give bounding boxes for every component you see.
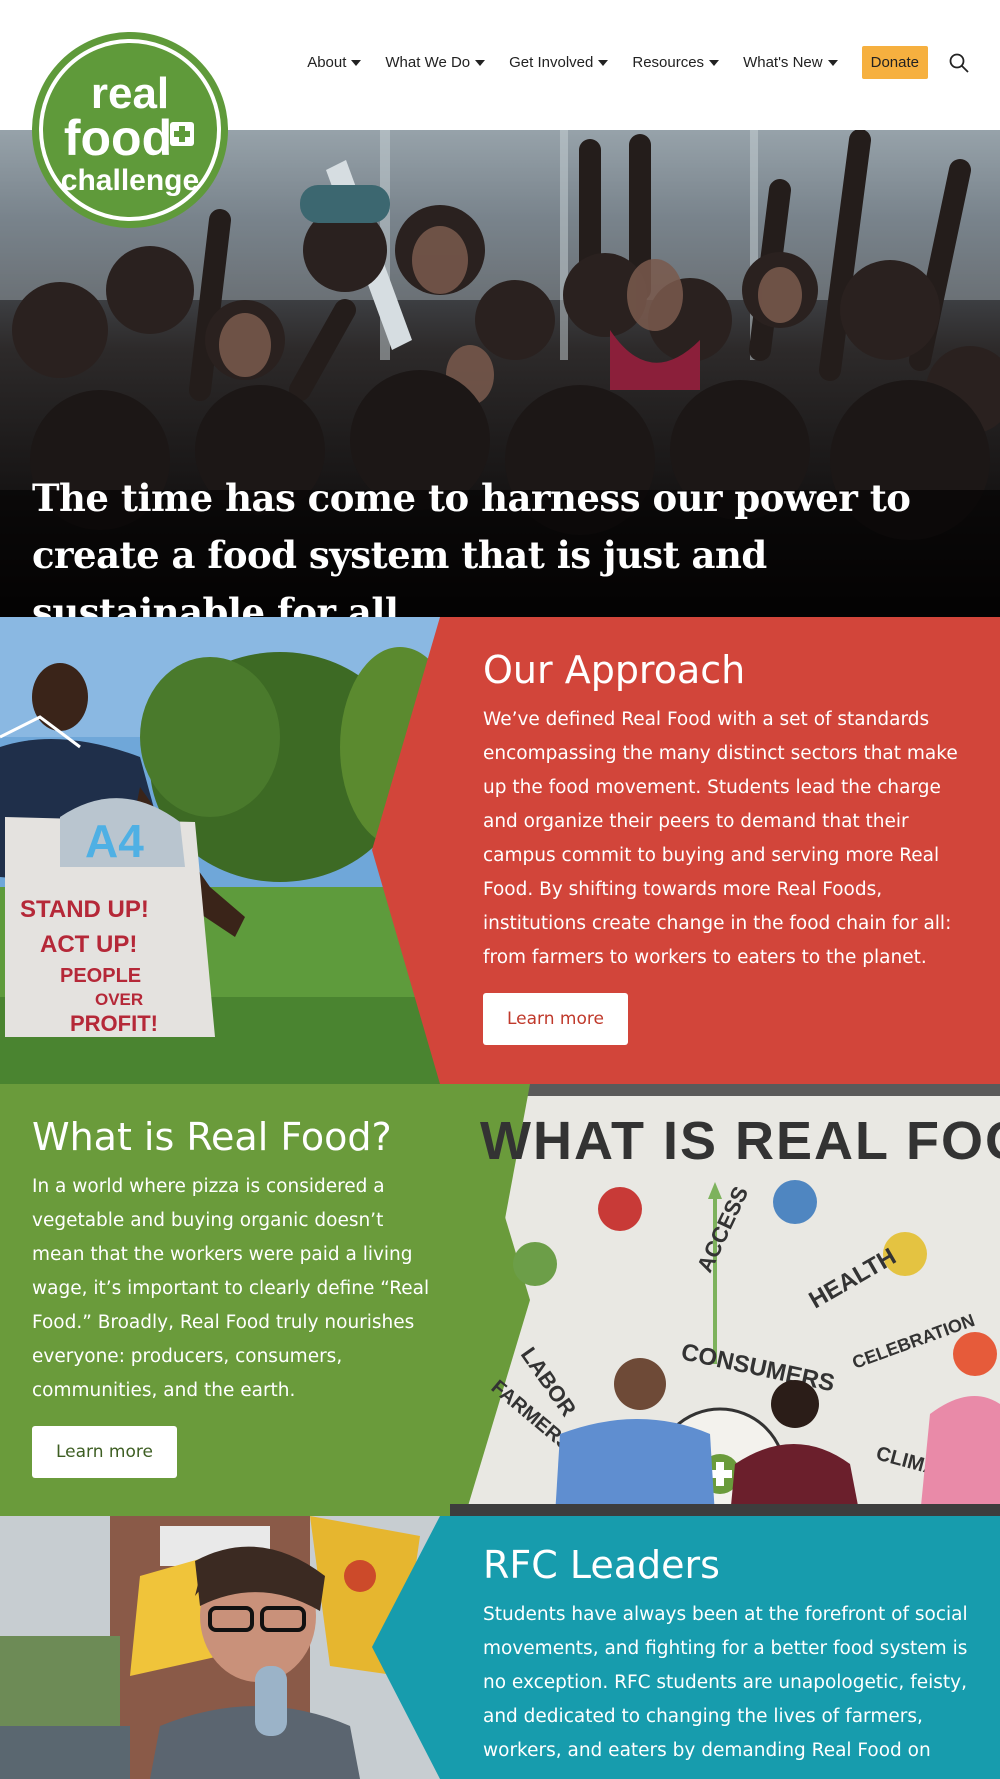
approach-body: We’ve defined Real Food with a set of st…	[483, 709, 958, 968]
caret-down-icon	[598, 59, 609, 66]
approach-learn-more-button[interactable]: Learn more	[483, 993, 628, 1045]
approach-section: A4 STAND UP! ACT UP! PEOPLE OVER PROFIT!…	[0, 617, 1000, 1084]
leaders-body: Students have always been at the forefro…	[483, 1604, 968, 1761]
protester-photo: A4 STAND UP! ACT UP! PEOPLE OVER PROFIT!	[0, 617, 450, 1084]
banner-headline-text: WHAT IS REAL FOOD	[480, 1111, 1000, 1171]
logo-text-challenge: challenge	[61, 164, 199, 197]
main-nav: About What We Do Get Involved Resources …	[283, 46, 970, 79]
sign-line-text: PEOPLE	[60, 965, 141, 987]
sign-line-text: ACT UP!	[40, 931, 137, 958]
approach-title: Our Approach	[483, 648, 746, 692]
leader-speaking-photo	[0, 1516, 450, 1779]
nav-item-get-involved[interactable]: Get Involved	[509, 54, 609, 71]
nav-item-whats-new[interactable]: What's New	[743, 54, 838, 71]
caret-down-icon	[827, 59, 838, 66]
donate-button[interactable]: Donate	[861, 46, 928, 79]
leaders-title: RFC Leaders	[483, 1543, 720, 1587]
sign-line-text: OVER	[95, 990, 143, 1009]
real-food-body: In a world where pizza is considered a v…	[32, 1176, 430, 1401]
nav-item-label: Get Involved	[509, 54, 594, 71]
real-food-challenge-logo[interactable]: real food challenge	[30, 30, 230, 230]
sign-line-text: STAND UP!	[20, 896, 149, 923]
real-food-title: What is Real Food?	[32, 1115, 392, 1159]
hero-headline: The time has come to harness our power t…	[32, 476, 911, 617]
nav-item-label: What We Do	[385, 54, 471, 71]
leaders-panel: RFC Leaders Students have always been at…	[483, 1542, 968, 1768]
caret-down-icon	[709, 59, 720, 66]
nav-item-label: What's New	[743, 54, 823, 71]
real-food-section: WHAT IS REAL FOOD ACCESS HEALTH LABOR CE…	[0, 1084, 1000, 1516]
real-food-panel: What is Real Food? In a world where pizz…	[32, 1114, 432, 1478]
nav-item-label: About	[307, 54, 347, 71]
nav-item-about[interactable]: About	[307, 54, 362, 71]
search-icon[interactable]	[948, 52, 970, 74]
approach-panel: Our Approach We’ve defined Real Food wit…	[483, 647, 963, 1045]
nav-item-resources[interactable]: Resources	[632, 54, 720, 71]
nav-item-what-we-do[interactable]: What We Do	[385, 54, 486, 71]
real-food-learn-more-button[interactable]: Learn more	[32, 1426, 177, 1478]
nav-item-label: Resources	[632, 54, 705, 71]
sign-line-text: PROFIT!	[70, 1011, 158, 1036]
leaders-section: RFC Leaders Students have always been at…	[0, 1516, 1000, 1779]
caret-down-icon	[351, 59, 362, 66]
real-food-banner-photo: WHAT IS REAL FOOD ACCESS HEALTH LABOR CE…	[450, 1084, 1000, 1516]
caret-down-icon	[475, 59, 486, 66]
plus-icon	[170, 122, 194, 146]
logo-text-food: food	[64, 110, 172, 166]
svg-text:A4: A4	[85, 815, 144, 867]
